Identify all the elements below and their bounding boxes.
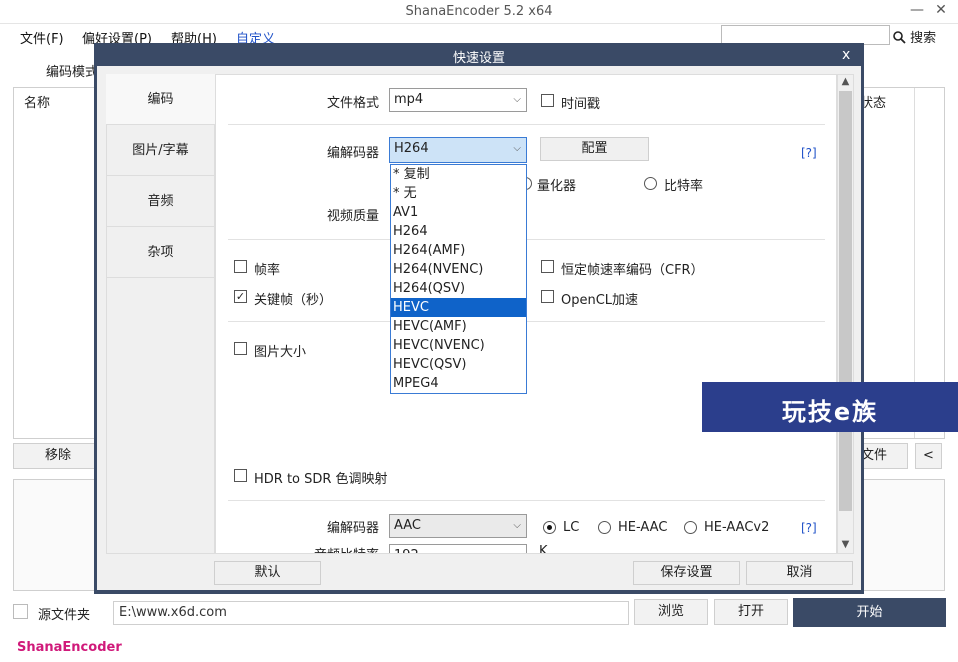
- dialog-close-button[interactable]: x: [842, 47, 850, 63]
- open-button[interactable]: 打开: [714, 599, 788, 625]
- chevron-down-icon: ⌵: [513, 94, 521, 105]
- divider: [228, 124, 825, 125]
- app-title: ShanaEncoder 5.2 x64: [405, 4, 553, 19]
- audio-codec-select[interactable]: AAC ⌵: [389, 514, 527, 538]
- search-button[interactable]: 搜索: [893, 27, 936, 46]
- codec-option[interactable]: * 复制: [391, 165, 526, 184]
- nav-audio[interactable]: 音频: [106, 176, 215, 227]
- nav-misc[interactable]: 杂项: [106, 227, 215, 278]
- output-path-input[interactable]: E:\www.x6d.com: [113, 601, 629, 625]
- audio-he-aacv2-radio[interactable]: [684, 521, 697, 534]
- collapse-button[interactable]: <: [915, 443, 942, 469]
- tab-encode-mode[interactable]: 编码模式: [46, 61, 98, 80]
- video-codec-select[interactable]: H264 ⌵: [389, 137, 527, 163]
- picture-size-checkbox[interactable]: [234, 342, 247, 355]
- video-codec-value: H264: [394, 141, 429, 156]
- brand-label: ShanaEncoder: [17, 640, 122, 655]
- nav-picture-subtitle[interactable]: 图片/字幕: [106, 125, 215, 176]
- audio-bitrate-value: 192: [394, 548, 419, 553]
- keyframe-label: 关键帧（秒）: [254, 293, 333, 308]
- scrollbar-thumb[interactable]: [839, 91, 852, 511]
- audio-bitrate-unit: K: [539, 544, 548, 553]
- video-codec-label: 编解码器: [327, 146, 380, 161]
- timestamp-checkbox[interactable]: [541, 94, 554, 107]
- opencl-checkbox[interactable]: [541, 290, 554, 303]
- source-folder-checkbox[interactable]: [13, 604, 28, 619]
- framerate-checkbox[interactable]: [234, 260, 247, 273]
- hdr-checkbox[interactable]: [234, 469, 247, 482]
- codec-option-selected[interactable]: HEVC: [391, 298, 526, 317]
- audio-he-aac-radio[interactable]: [598, 521, 611, 534]
- video-quality-label: 视频质量: [327, 209, 380, 224]
- save-settings-button[interactable]: 保存设置: [633, 561, 740, 585]
- framerate-label: 帧率: [254, 263, 281, 278]
- audio-codec-label: 编解码器: [327, 521, 380, 536]
- search-icon: [893, 31, 906, 44]
- timestamp-label: 时间戳: [561, 97, 601, 112]
- codec-option[interactable]: HEVC(AMF): [391, 317, 526, 336]
- codec-option[interactable]: H264(AMF): [391, 241, 526, 260]
- codec-option[interactable]: MPEG4: [391, 374, 526, 393]
- audio-lc-label: LC: [563, 520, 580, 535]
- picture-size-label: 图片大小: [254, 345, 307, 360]
- codec-option[interactable]: AV1: [391, 203, 526, 222]
- dialog-title: 快速设置: [452, 51, 505, 66]
- cancel-button[interactable]: 取消: [746, 561, 853, 585]
- divider: [228, 500, 825, 501]
- start-button[interactable]: 开始: [793, 598, 946, 627]
- codec-option[interactable]: HEVC(NVENC): [391, 336, 526, 355]
- audio-he-aacv2-label: HE-AACv2: [704, 520, 770, 535]
- minimize-button[interactable]: —: [909, 2, 925, 18]
- audio-bitrate-row: 音频比特率 192 K: [216, 544, 836, 553]
- codec-help-link[interactable]: [?]: [801, 146, 817, 160]
- column-header-name[interactable]: 名称: [24, 92, 50, 111]
- codec-option[interactable]: HEVC(QSV): [391, 355, 526, 374]
- codec-config-button[interactable]: 配置: [540, 137, 649, 161]
- checkmark-icon: ✓: [235, 290, 246, 303]
- codec-option[interactable]: H264(QSV): [391, 279, 526, 298]
- bitrate-label: 比特率: [664, 179, 704, 194]
- keyframe-checkbox[interactable]: ✓: [234, 290, 247, 303]
- chevron-down-icon: ⌵: [513, 520, 521, 531]
- hdr-label: HDR to SDR 色调映射: [254, 472, 388, 487]
- source-folder-label: 源文件夹: [38, 608, 91, 623]
- opencl-label: OpenCL加速: [561, 293, 639, 308]
- watermark-text: 玩技e族: [781, 398, 879, 426]
- nav-encode[interactable]: 编码: [106, 74, 215, 125]
- cfr-checkbox[interactable]: [541, 260, 554, 273]
- audio-he-aac-label: HE-AAC: [618, 520, 668, 535]
- bitrate-radio[interactable]: [644, 177, 657, 190]
- browse-button[interactable]: 浏览: [634, 599, 708, 625]
- audio-bitrate-select[interactable]: 192: [389, 544, 527, 553]
- codec-option[interactable]: * 无: [391, 184, 526, 203]
- codec-option[interactable]: H264(NVENC): [391, 260, 526, 279]
- file-format-label: 文件格式: [327, 96, 380, 111]
- audio-codec-value: AAC: [394, 518, 421, 533]
- audio-help-link[interactable]: [?]: [801, 521, 817, 535]
- search-button-label: 搜索: [910, 31, 937, 46]
- default-button[interactable]: 默认: [214, 561, 321, 585]
- file-format-select[interactable]: mp4 ⌵: [389, 88, 527, 112]
- search-input[interactable]: [721, 25, 890, 45]
- menu-file[interactable]: 文件(F): [20, 28, 64, 47]
- audio-bitrate-label: 音频比特率: [314, 544, 379, 553]
- cfr-label: 恒定帧速率编码（CFR）: [561, 263, 704, 278]
- scroll-down-icon[interactable]: ▼: [837, 539, 854, 550]
- audio-lc-radio[interactable]: [543, 521, 556, 534]
- codec-option[interactable]: H264: [391, 222, 526, 241]
- remove-button[interactable]: 移除: [13, 443, 103, 469]
- close-button[interactable]: ✕: [933, 2, 949, 18]
- file-format-value: mp4: [394, 92, 424, 107]
- chevron-down-icon: ⌵: [513, 143, 521, 154]
- scroll-up-icon[interactable]: ▲: [837, 76, 854, 87]
- quantizer-label: 量化器: [537, 179, 577, 194]
